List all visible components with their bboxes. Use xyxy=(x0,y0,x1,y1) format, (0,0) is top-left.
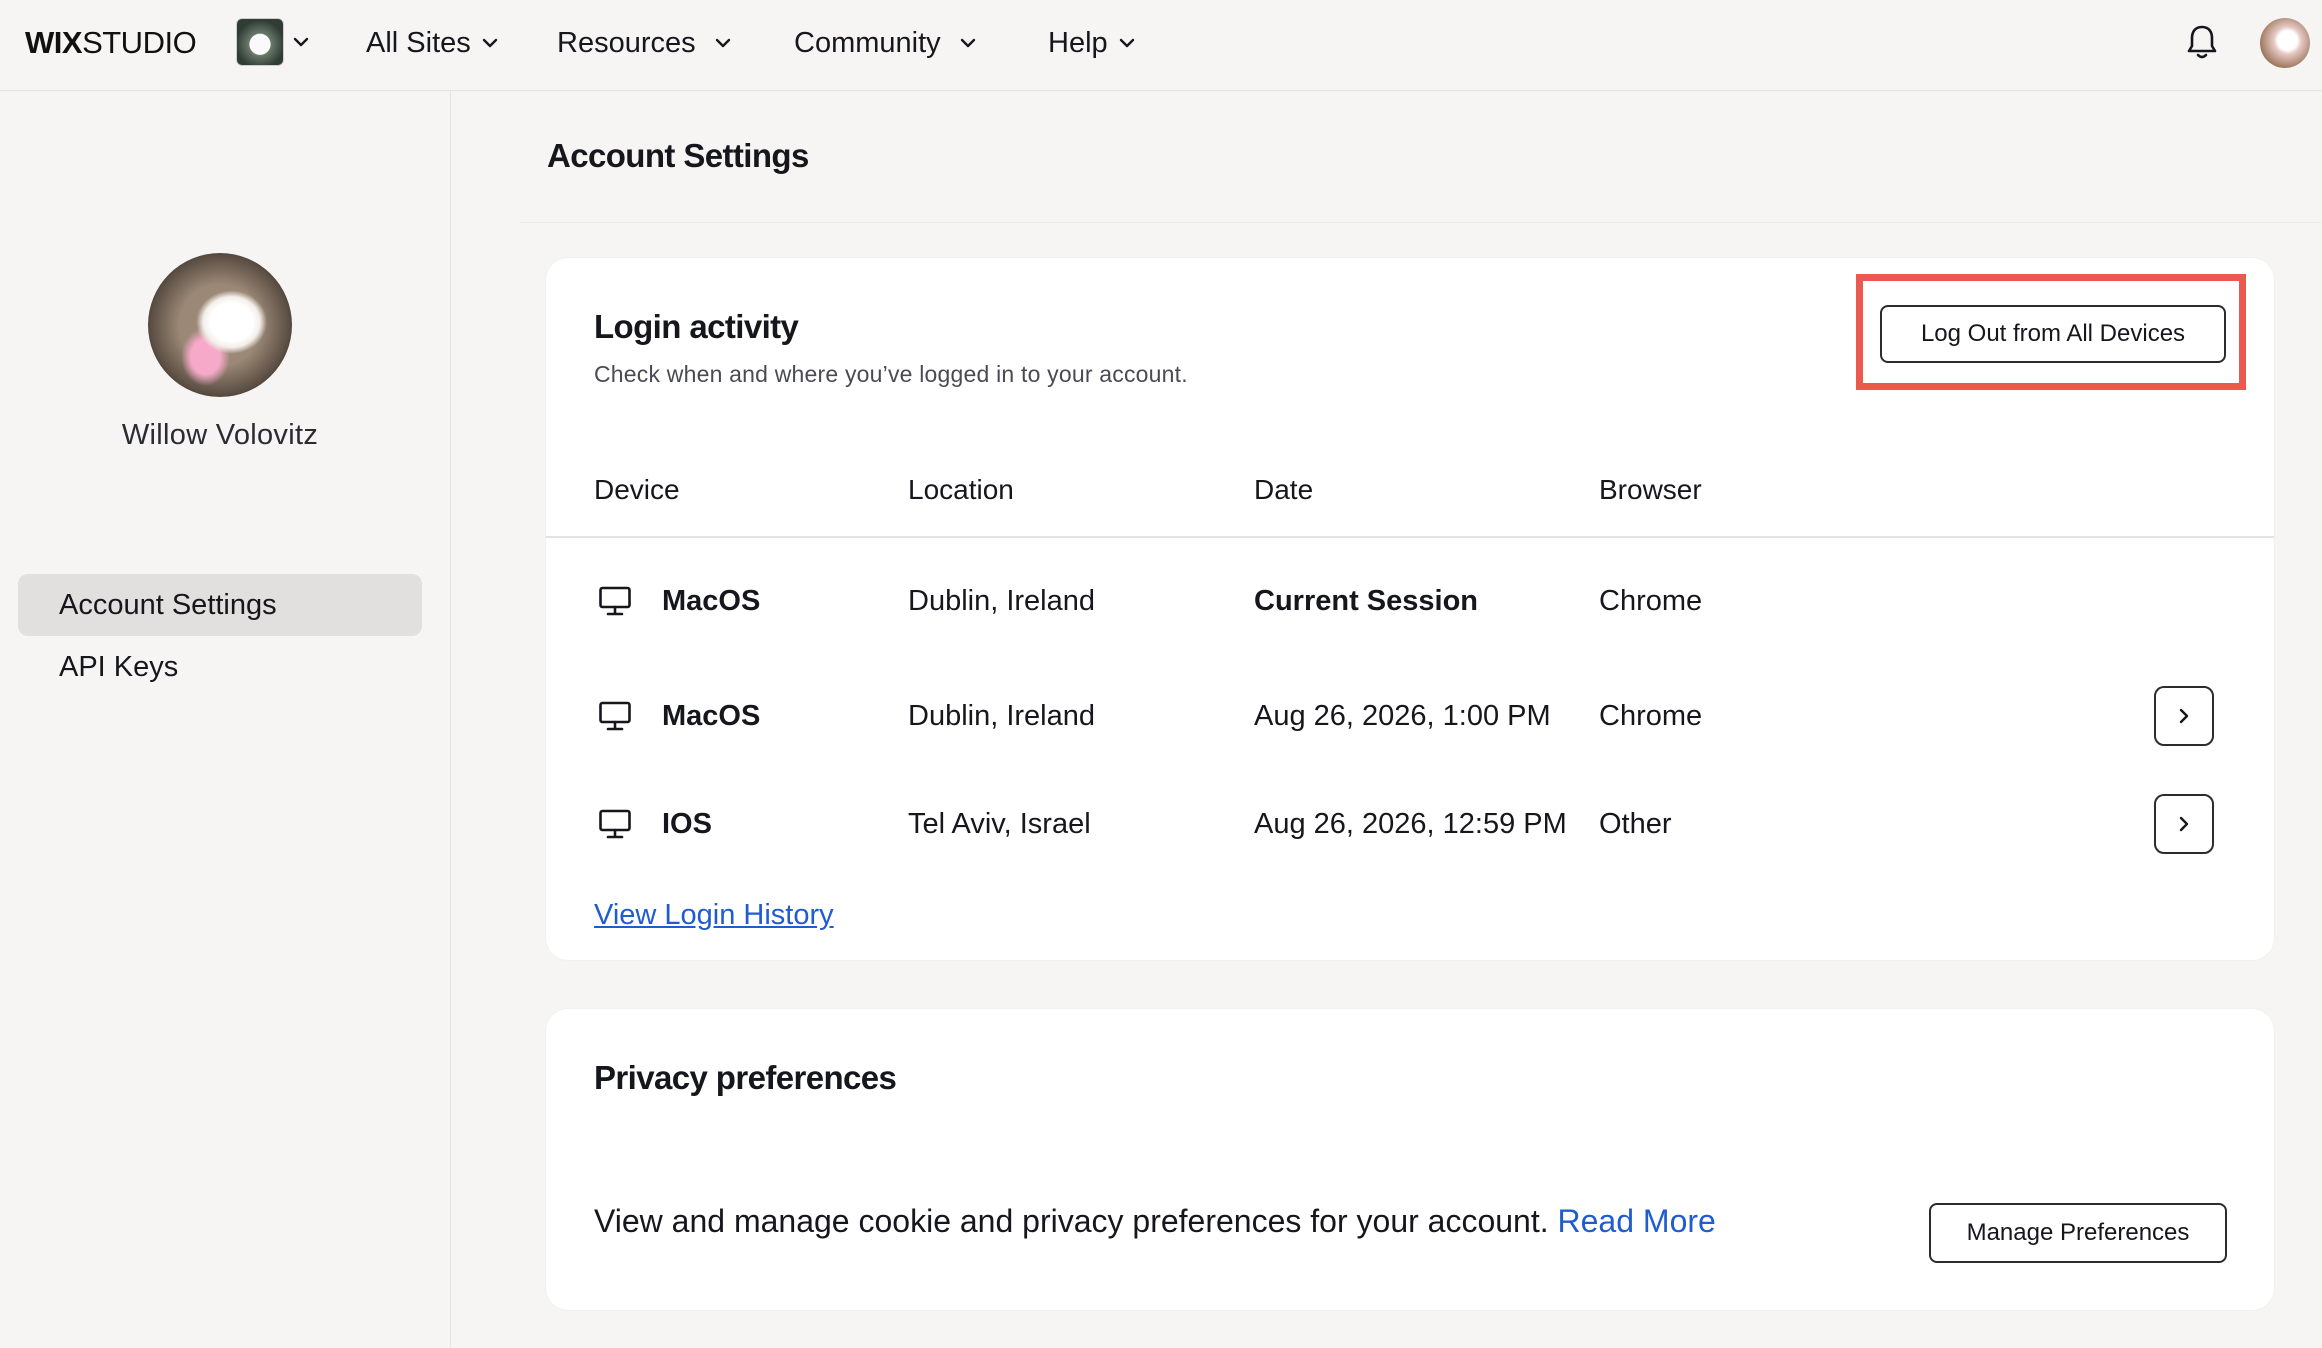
wix-studio-logo[interactable]: WIXSTUDIO xyxy=(25,25,197,60)
nav-resources[interactable]: Resources xyxy=(557,23,732,63)
table-row: MacOS Dublin, Ireland Current Session Ch… xyxy=(546,566,2274,636)
privacy-preferences-title: Privacy preferences xyxy=(594,1059,897,1096)
date-cell: Aug 26, 2026, 1:00 PM xyxy=(1254,700,1551,732)
location-cell: Dublin, Ireland xyxy=(908,585,1095,617)
desktop-icon xyxy=(599,586,631,616)
column-header-location: Location xyxy=(908,474,1014,505)
sidebar-item-account-settings[interactable]: Account Settings xyxy=(18,574,422,636)
sidebar-item-api-keys[interactable]: API Keys xyxy=(18,636,422,698)
nav-community[interactable]: Community xyxy=(794,23,977,63)
view-login-history-link[interactable]: View Login History xyxy=(594,899,834,932)
nav-all-sites-label: All Sites xyxy=(366,26,471,59)
desktop-icon xyxy=(599,809,631,839)
nav-all-sites[interactable]: All Sites xyxy=(366,23,499,63)
date-cell: Aug 26, 2026, 12:59 PM xyxy=(1254,808,1567,840)
device-cell: IOS xyxy=(662,808,712,840)
chevron-down-icon xyxy=(1119,38,1134,48)
logo-studio-text: STUDIO xyxy=(82,25,197,60)
device-cell: MacOS xyxy=(662,700,761,732)
chevron-down-icon xyxy=(293,37,309,47)
nav-help[interactable]: Help xyxy=(1048,23,1136,63)
device-cell: MacOS xyxy=(662,585,761,617)
read-more-link[interactable]: Read More xyxy=(1558,1203,1716,1239)
login-activity-subtitle: Check when and where you’ve logged in to… xyxy=(594,361,1188,387)
nav-help-label: Help xyxy=(1048,26,1108,59)
privacy-preferences-card: Privacy preferences View and manage cook… xyxy=(546,1009,2274,1310)
table-row: MacOS Dublin, Ireland Aug 26, 2026, 1:00… xyxy=(546,681,2274,751)
column-header-device: Device xyxy=(594,474,680,505)
login-activity-title: Login activity xyxy=(594,308,799,345)
privacy-description: View and manage cookie and privacy prefe… xyxy=(594,1203,1716,1240)
manage-preferences-button[interactable]: Manage Preferences xyxy=(1929,1203,2227,1263)
site-thumbnail xyxy=(236,18,284,66)
log-out-all-devices-button[interactable]: Log Out from All Devices xyxy=(1880,305,2226,363)
site-switcher[interactable] xyxy=(236,17,316,67)
nav-community-label: Community xyxy=(794,26,941,59)
nav-resources-label: Resources xyxy=(557,26,696,59)
location-cell: Tel Aviv, Israel xyxy=(908,808,1091,840)
page-title: Account Settings xyxy=(547,137,809,174)
logo-wix-text: WIX xyxy=(25,25,83,60)
profile-name: Willow Volovitz xyxy=(121,419,319,451)
divider xyxy=(520,222,2322,223)
column-header-browser: Browser xyxy=(1599,474,1702,505)
session-details-button[interactable] xyxy=(2154,686,2214,746)
avatar[interactable] xyxy=(2260,18,2310,68)
profile-avatar xyxy=(148,253,292,397)
bell-icon[interactable] xyxy=(2184,22,2220,62)
table-row: IOS Tel Aviv, Israel Aug 26, 2026, 12:59… xyxy=(546,789,2274,859)
sidebar: Willow Volovitz Account Settings API Key… xyxy=(0,91,451,1348)
session-details-button[interactable] xyxy=(2154,794,2214,854)
column-header-date: Date xyxy=(1254,474,1314,505)
browser-cell: Chrome xyxy=(1599,700,1703,732)
browser-cell: Chrome xyxy=(1599,585,1703,617)
browser-cell: Other xyxy=(1599,808,1672,840)
date-cell: Current Session xyxy=(1254,585,1478,617)
desktop-icon xyxy=(599,701,631,731)
table-divider xyxy=(546,536,2274,538)
sidebar-item-label: Account Settings xyxy=(59,589,277,621)
chevron-down-icon xyxy=(960,38,975,48)
chevron-right-icon xyxy=(2179,816,2189,832)
chevron-down-icon xyxy=(715,38,730,48)
sidebar-nav: Account Settings API Keys xyxy=(18,574,422,698)
chevron-right-icon xyxy=(2179,708,2189,724)
sidebar-item-label: API Keys xyxy=(59,651,179,683)
privacy-description-text: View and manage cookie and privacy prefe… xyxy=(594,1203,1549,1239)
chevron-down-icon xyxy=(482,38,497,48)
login-activity-card: Login activity Check when and where you’… xyxy=(546,258,2274,960)
top-bar: WIXSTUDIO All Sites Resources Community … xyxy=(0,0,2322,91)
location-cell: Dublin, Ireland xyxy=(908,700,1095,732)
